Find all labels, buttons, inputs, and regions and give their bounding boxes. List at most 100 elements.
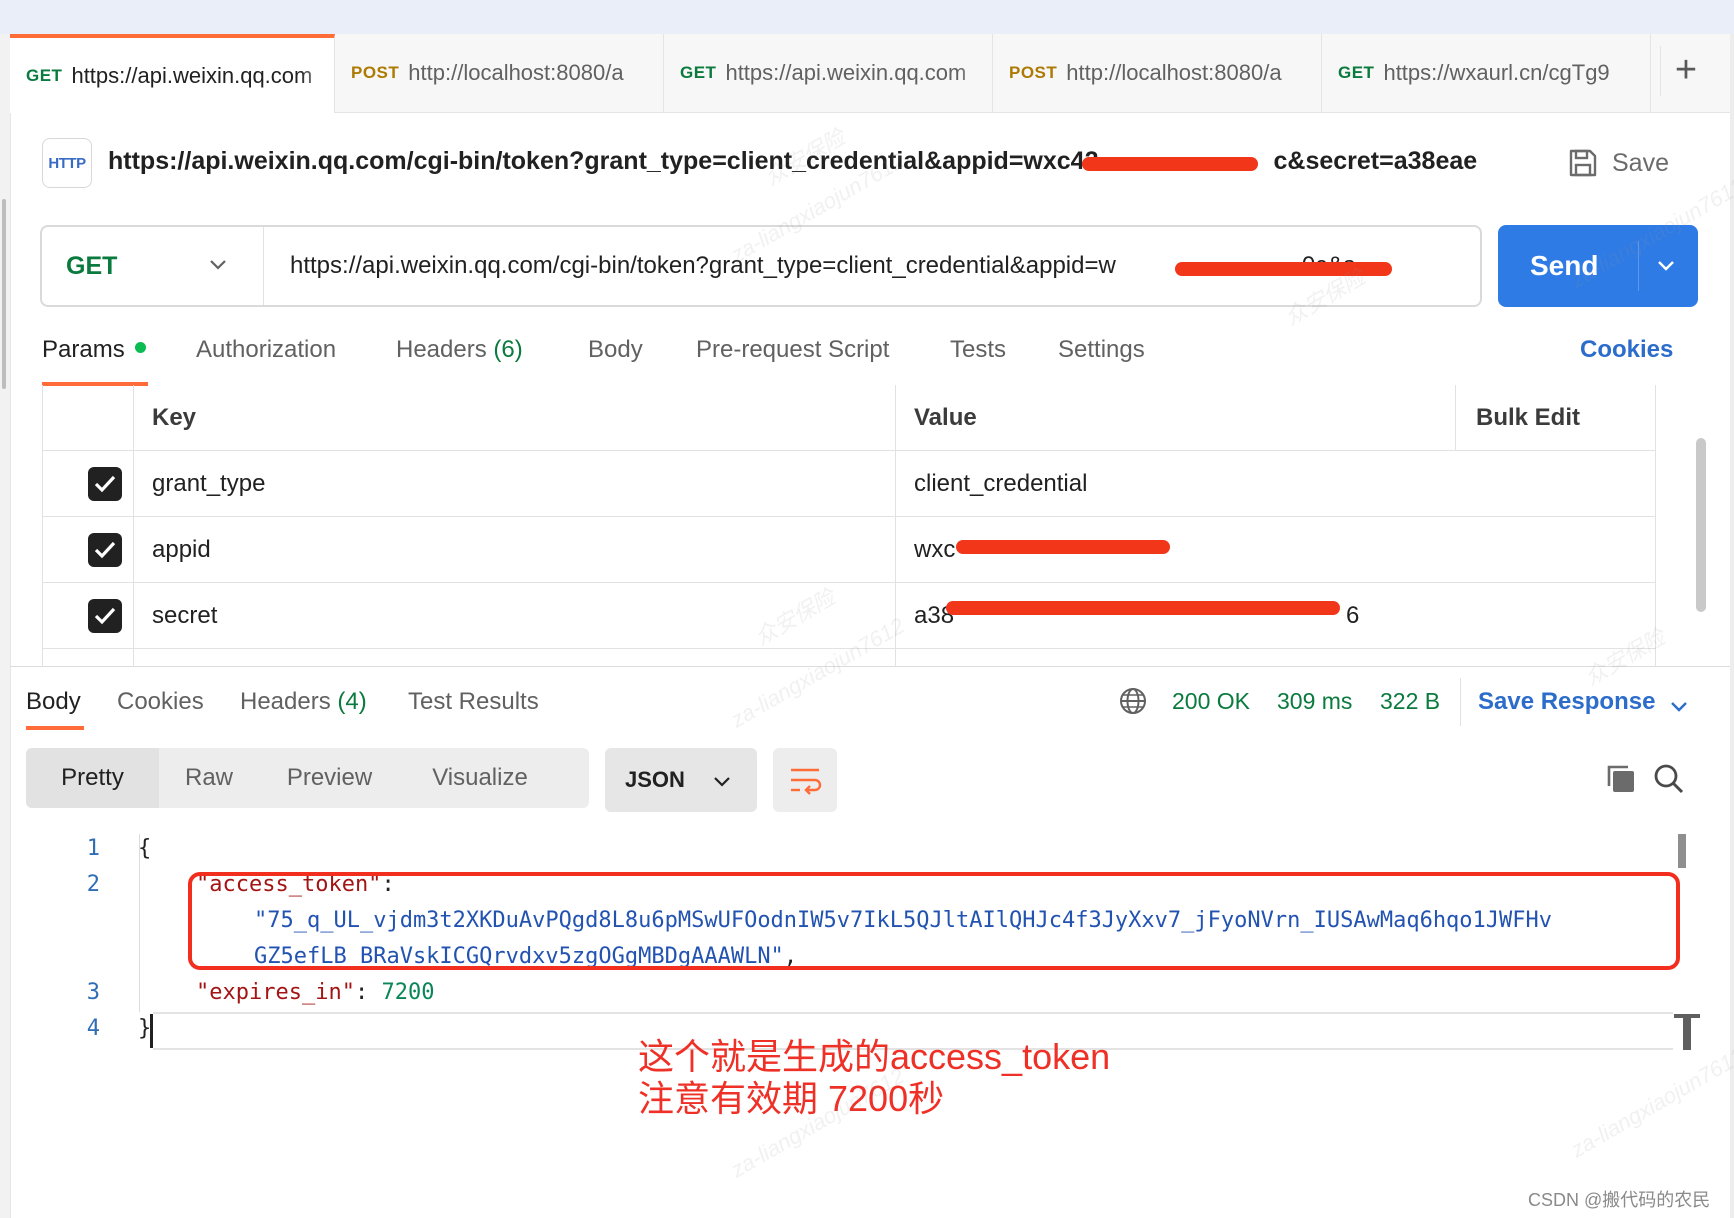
param-key[interactable] <box>134 649 896 667</box>
new-tab-button[interactable]: + <box>1660 46 1711 96</box>
language-select[interactable]: JSON <box>605 748 757 812</box>
raw-button[interactable]: Raw <box>159 748 259 808</box>
chevron-down-icon <box>210 260 226 270</box>
save-response-button[interactable]: Save Response <box>1478 688 1655 716</box>
save-label: Save <box>1612 148 1669 177</box>
tab-prerequest-script[interactable]: Pre-request Script <box>696 336 889 364</box>
code-scrollbar-thumb[interactable] <box>1683 1016 1691 1050</box>
response-tab-headers[interactable]: Headers (4) <box>240 688 367 716</box>
chevron-down-icon <box>714 777 730 787</box>
tab-body[interactable]: Body <box>588 336 643 364</box>
text-cursor <box>150 1014 153 1048</box>
params-table: Key Value Bulk Edit grant_type client_cr… <box>42 385 1656 667</box>
tab-url: https://api.weixin.qq.com <box>725 60 967 85</box>
response-tab-cookies[interactable]: Cookies <box>117 688 204 716</box>
tab-method: POST <box>1009 63 1058 82</box>
tab-fade <box>958 34 992 112</box>
chevron-down-icon[interactable] <box>1668 696 1690 718</box>
method-select[interactable]: GET <box>42 227 264 305</box>
headers-count: (6) <box>493 336 523 363</box>
param-checkbox[interactable] <box>88 533 122 567</box>
tab-params[interactable]: Params <box>42 336 146 364</box>
check-icon <box>94 541 116 559</box>
redaction-mark <box>956 540 1170 554</box>
watermark-text: za-liangxiaojun7612 <box>1566 1042 1734 1163</box>
search-icon[interactable] <box>1652 762 1686 796</box>
check-icon <box>94 475 116 493</box>
tab-fade <box>1287 34 1321 112</box>
footer-watermark: CSDN @搬代码的农民 <box>1528 1190 1711 1210</box>
line-number: 4 <box>86 1016 100 1041</box>
json-colon: : <box>354 980 382 1005</box>
wrap-icon <box>791 768 822 795</box>
separator <box>1460 678 1461 726</box>
tab-method: GET <box>26 65 63 85</box>
param-checkbox[interactable] <box>88 467 122 501</box>
pretty-button[interactable]: Pretty <box>26 748 159 808</box>
param-key[interactable]: appid <box>134 517 896 582</box>
param-value[interactable]: a38 6 <box>896 583 1655 648</box>
visualize-button[interactable]: Visualize <box>400 748 560 808</box>
tab-headers[interactable]: Headers (6) <box>396 336 523 364</box>
copy-icon[interactable] <box>1604 762 1638 796</box>
language-label: JSON <box>625 767 685 792</box>
method-label: GET <box>66 251 118 280</box>
globe-icon[interactable] <box>1118 686 1148 716</box>
table-header-row: Key Value Bulk Edit <box>43 385 1655 451</box>
table-row: appid wxc <box>43 517 1655 583</box>
code-line[interactable]: "expires_in": 7200 <box>196 980 434 1005</box>
tab-settings[interactable]: Settings <box>1058 336 1145 364</box>
sidebar-scroll-mark <box>2 199 6 389</box>
request-tab[interactable]: POST http://localhost:8080/a <box>335 34 664 112</box>
access-token-highlight-box <box>188 872 1680 970</box>
wrap-lines-button[interactable] <box>773 748 837 812</box>
request-tab[interactable]: POST http://localhost:8080/a <box>993 34 1322 112</box>
chevron-down-icon[interactable] <box>1654 253 1678 277</box>
json-brace: { <box>138 836 152 861</box>
request-tab[interactable]: GET https://api.weixin.qq.com <box>664 34 993 112</box>
param-key[interactable]: grant_type <box>134 451 896 516</box>
tab-url: http://localhost:8080/a <box>1066 60 1282 85</box>
check-cell <box>43 583 134 648</box>
tab-authorization[interactable]: Authorization <box>196 336 336 364</box>
line-number: 2 <box>86 872 100 897</box>
status-code[interactable]: 200 OK <box>1172 688 1250 715</box>
table-row: grant_type client_credential <box>43 451 1655 517</box>
active-tab-underline <box>26 726 84 730</box>
request-tab[interactable]: GET https://wxaurl.cn/cgTg9 <box>1322 34 1651 112</box>
code-scrollbar[interactable] <box>1678 834 1686 868</box>
code-line[interactable]: { <box>138 836 151 861</box>
bulk-edit-button[interactable]: Bulk Edit <box>1456 385 1655 450</box>
response-time[interactable]: 309 ms <box>1277 688 1352 715</box>
response-tab-test-results[interactable]: Test Results <box>408 688 539 716</box>
request-tabs: Params Authorization Headers (6) Body Pr… <box>42 336 1682 384</box>
check-cell <box>43 649 134 667</box>
param-value[interactable]: client_credential <box>896 451 1655 516</box>
headers-count: (4) <box>337 688 367 715</box>
response-tab-body[interactable]: Body <box>26 688 81 716</box>
tab-tests[interactable]: Tests <box>950 336 1006 364</box>
cookies-link[interactable]: Cookies <box>1580 336 1673 364</box>
header-check-cell <box>43 385 134 450</box>
tab-fade <box>629 34 663 112</box>
check-cell <box>43 517 134 582</box>
url-text: https://api.weixin.qq.com/cgi-bin/token?… <box>290 252 1116 279</box>
params-scrollbar[interactable] <box>1696 438 1706 612</box>
json-number: 7200 <box>381 980 435 1005</box>
line-number: 1 <box>86 836 100 861</box>
preview-button[interactable]: Preview <box>259 748 400 808</box>
json-key: "expires_in" <box>196 980 355 1005</box>
param-checkbox[interactable] <box>88 599 122 633</box>
redaction-mark <box>1082 157 1258 171</box>
save-button[interactable]: Save <box>1568 145 1669 181</box>
line-number: 3 <box>86 980 100 1005</box>
response-size[interactable]: 322 B <box>1380 688 1440 715</box>
request-tab[interactable]: GET https://api.weixin.qq.com <box>10 34 335 113</box>
check-icon <box>94 607 116 625</box>
request-title-text: https://api.weixin.qq.com/cgi-bin/token?… <box>108 147 1099 175</box>
panel-divider[interactable] <box>10 666 1730 667</box>
tab-method: GET <box>1338 63 1375 82</box>
tab-url: https://api.weixin.qq.com <box>71 62 313 88</box>
request-tab-bar: GET https://api.weixin.qq.com POST http:… <box>10 34 1730 113</box>
view-mode-group: Pretty Raw Preview Visualize <box>26 748 589 808</box>
